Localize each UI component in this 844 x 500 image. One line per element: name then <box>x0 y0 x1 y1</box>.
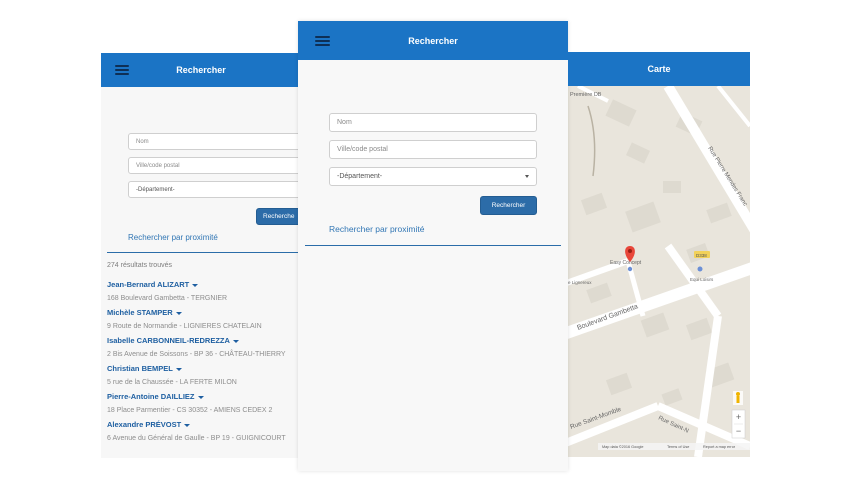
caret-down-icon <box>192 283 199 287</box>
list-item: Michèle STAMPER 9 Route de Normandie - L… <box>107 308 301 336</box>
result-name: Christian BEMPEL <box>107 364 173 373</box>
search-screen: Rechercher Nom Ville/code postal -Départ… <box>298 21 568 471</box>
app-bar: Rechercher <box>298 21 568 60</box>
search-button[interactable]: Rechercher <box>480 196 537 215</box>
zoom-controls: + − <box>731 409 746 439</box>
result-name-dropdown[interactable]: Jean-Bernard ALIZART <box>107 280 301 290</box>
app-screenshots-showcase: Rechercher Nom Ville/code postal -Départ… <box>0 0 844 500</box>
result-address: 168 Boulevard Gambetta - TERGNIER <box>107 295 228 302</box>
result-address: 2 Bis Avenue de Soissons - BP 36 - CHÂTE… <box>107 351 286 358</box>
caret-down-icon <box>232 339 239 343</box>
map-attribution: Map data ©2016 Google <box>602 445 643 449</box>
caret-down-icon <box>175 367 182 371</box>
menu-icon[interactable] <box>115 65 129 75</box>
chevron-down-icon <box>525 175 529 178</box>
poi-icon <box>627 266 633 272</box>
department-select[interactable]: -Département- <box>128 181 301 198</box>
department-selected-value: -Département- <box>337 173 383 180</box>
list-item: Jean-Bernard ALIZART 168 Boulevard Gambe… <box>107 280 301 308</box>
app-bar: Carte <box>568 52 750 86</box>
proximity-search-link[interactable]: Rechercher par proximité <box>128 233 218 242</box>
map-label-equi-loisirs: Equi Loisirs <box>690 277 714 282</box>
poi-icon <box>697 266 703 272</box>
map-label-premiere: Première DB <box>570 92 602 98</box>
search-button[interactable]: Recherche <box>256 208 301 225</box>
city-input[interactable]: Ville/code postal <box>329 140 537 159</box>
result-name-dropdown[interactable]: Christian BEMPEL <box>107 364 301 374</box>
caret-down-icon <box>184 423 191 427</box>
result-name-dropdown[interactable]: Michèle STAMPER <box>107 308 301 318</box>
name-input[interactable]: Nom <box>128 133 301 150</box>
result-address: 9 Route de Normandie - LIGNIERES CHATELA… <box>107 323 262 330</box>
list-item: Pierre-Antoine DAILLIEZ 18 Place Parment… <box>107 392 301 420</box>
menu-icon[interactable] <box>315 35 330 46</box>
caret-down-icon <box>197 395 204 399</box>
result-name: Isabelle CARBONNEIL-REDREZZA <box>107 336 230 345</box>
result-name: Jean-Bernard ALIZART <box>107 280 190 289</box>
city-input[interactable]: Ville/code postal <box>128 157 301 174</box>
divider <box>107 252 301 253</box>
search-form: Nom Ville/code postal -Département- <box>128 133 301 205</box>
result-address: 18 Place Parmentier - CS 30352 - AMIENS … <box>107 407 273 414</box>
app-bar: Rechercher <box>101 53 301 87</box>
result-name-dropdown[interactable]: Isabelle CARBONNEIL-REDREZZA <box>107 336 301 346</box>
list-item: Isabelle CARBONNEIL-REDREZZA 2 Bis Avenu… <box>107 336 301 364</box>
caret-down-icon <box>175 311 182 315</box>
result-name: Pierre-Antoine DAILLIEZ <box>107 392 195 401</box>
page-title: Carte <box>647 64 671 74</box>
street-view-icon[interactable] <box>733 391 743 405</box>
divider <box>305 245 561 246</box>
map-view[interactable]: Première DB Rue Pierre Mendes Franc Easy… <box>568 86 750 457</box>
result-name-dropdown[interactable]: Pierre-Antoine DAILLIEZ <box>107 392 301 402</box>
department-select[interactable]: -Département- <box>329 167 537 186</box>
terms-link[interactable]: Terms of Use <box>667 445 689 449</box>
proximity-search-link[interactable]: Rechercher par proximité <box>329 224 424 234</box>
result-name-dropdown[interactable]: Alexandre PRÉVOST <box>107 420 301 430</box>
result-address: 6 Avenue du Général de Gaulle - BP 19 - … <box>107 435 286 442</box>
zoom-in-button[interactable]: + <box>736 412 741 422</box>
result-address: 5 rue de la Chaussée - LA FERTE MILON <box>107 379 237 386</box>
search-form: Nom Ville/code postal -Département- <box>329 113 537 194</box>
list-item: Christian BEMPEL 5 rue de la Chaussée - … <box>107 364 301 392</box>
page-title: Rechercher <box>408 35 458 46</box>
map-label-lignereux: e Lignereux <box>568 280 592 285</box>
list-item: Alexandre PRÉVOST 6 Avenue du Général de… <box>107 420 301 448</box>
results-count: 274 résultats trouvés <box>107 262 172 269</box>
map-screen: Carte Première DB Rue Pierre Mendes Fran… <box>568 52 750 457</box>
map-label-easy-concept: Easy Concept <box>610 260 642 266</box>
results-list: Jean-Bernard ALIZART 168 Boulevard Gambe… <box>107 280 301 448</box>
report-error-link[interactable]: Report a map error <box>703 445 736 449</box>
result-name: Michèle STAMPER <box>107 308 173 317</box>
zoom-out-button[interactable]: − <box>736 426 741 436</box>
page-title: Rechercher <box>176 65 226 75</box>
result-name: Alexandre PRÉVOST <box>107 420 182 429</box>
road-sign-label: D338 <box>696 253 707 258</box>
department-selected-value: -Département- <box>136 186 175 193</box>
name-input[interactable]: Nom <box>329 113 537 132</box>
results-screen: Rechercher Nom Ville/code postal -Départ… <box>101 53 301 458</box>
